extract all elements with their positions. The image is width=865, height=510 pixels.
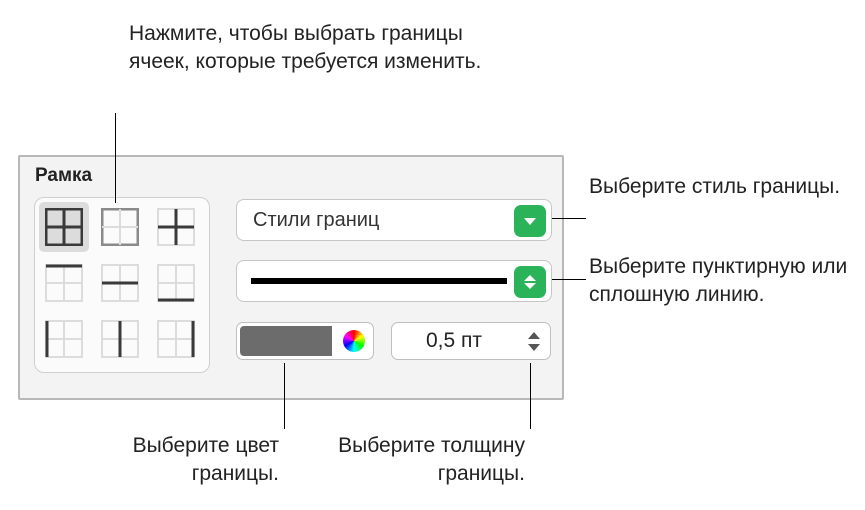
chevron-down-icon [514,205,546,237]
border-all[interactable] [39,202,89,252]
annotation-dashed: Выберите пунктирную или сплошную линию. [589,253,865,310]
callout-line [530,363,531,429]
panel-title: Рамка [35,165,92,187]
line-sample-solid [251,278,507,284]
border-left[interactable] [39,314,89,364]
annotation-style: Выберите стиль границы. [589,173,849,201]
border-right[interactable] [151,314,201,364]
annotation-color: Выберите цвет границы. [79,432,279,489]
annotation-pick-borders: Нажмите, чтобы выбрать границы ячеек, ко… [129,20,529,77]
color-wheel-icon [343,330,365,352]
callout-line [284,363,285,429]
stepper-arrows-icon[interactable] [522,326,546,356]
border-styles-label: Стили границ [253,209,379,232]
border-top[interactable] [39,258,89,308]
border-outer[interactable] [95,202,145,252]
callout-line [115,113,116,203]
border-inner-h[interactable] [95,258,145,308]
line-type-popup[interactable] [236,260,552,302]
border-panel: Рамка [18,155,564,400]
thickness-value: 0,5 пт [426,329,482,353]
border-picker-grid [34,197,210,373]
chevron-updown-icon [514,266,546,298]
border-bottom[interactable] [151,258,201,308]
color-swatch [238,324,334,358]
border-inner-v[interactable] [95,314,145,364]
border-inner[interactable] [151,202,201,252]
border-color-well[interactable] [236,322,374,360]
annotation-thickness: Выберите толщину границы. [295,432,525,489]
callout-line [552,218,586,219]
border-styles-popup[interactable]: Стили границ [236,199,552,241]
callout-line [552,279,586,280]
color-wheel-button[interactable] [335,323,373,359]
border-thickness-stepper[interactable]: 0,5 пт [391,322,551,360]
